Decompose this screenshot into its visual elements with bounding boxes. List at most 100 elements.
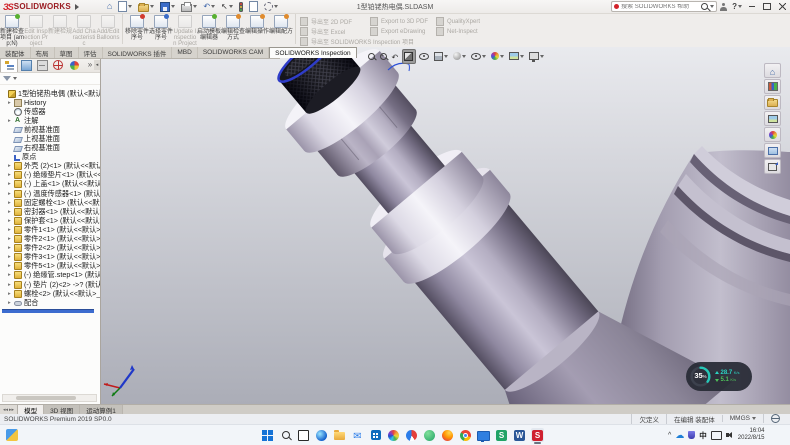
tree-item-component[interactable]: ▸外壳 (2)<1> (默认<<默认>_显示状	[0, 162, 100, 171]
solidworks-forum-tab[interactable]	[764, 159, 781, 174]
store-button[interactable]	[369, 428, 382, 442]
tree-item-component[interactable]: ▸零件1<1> (默认<<默认>_显示状态	[0, 225, 100, 234]
graphics-viewport[interactable]	[100, 47, 790, 404]
display-tray-icon[interactable]	[711, 431, 722, 440]
tab-assembly[interactable]: 装配体	[0, 47, 31, 58]
view-orientation-button[interactable]	[433, 50, 450, 63]
word-button[interactable]: W	[513, 428, 526, 442]
close-button[interactable]	[775, 1, 789, 13]
tree-item-front-plane[interactable]: 前视基准面	[0, 125, 100, 134]
edit-inspection-method-button[interactable]: 编辑检查方式	[221, 13, 245, 47]
solidworks-resources-tab[interactable]	[764, 63, 781, 78]
units-selector[interactable]: MMGS	[722, 415, 763, 422]
property-manager-tab[interactable]	[18, 59, 34, 72]
design-library-tab[interactable]	[764, 79, 781, 94]
green-app-button[interactable]	[423, 428, 436, 442]
search-box[interactable]	[611, 1, 717, 12]
firefox-button[interactable]	[441, 428, 454, 442]
apply-scene-button[interactable]	[508, 50, 526, 63]
tree-item-component[interactable]: ▸(-) 上盖<1> (默认<<默认>_显示状	[0, 180, 100, 189]
tree-item-history[interactable]: ▸History	[0, 98, 100, 107]
task-view-button[interactable]	[297, 428, 310, 442]
section-view-button[interactable]	[402, 49, 416, 64]
custom-properties-tab[interactable]	[764, 143, 781, 158]
tree-item-component[interactable]: ▸零件5<1> (默认<<默认>_显示状	[0, 262, 100, 271]
security-shield-icon[interactable]	[688, 431, 695, 439]
tree-item-right-plane[interactable]: 右视基准面	[0, 144, 100, 153]
speaker-icon[interactable]	[726, 433, 729, 437]
options-button[interactable]	[262, 1, 280, 12]
start-button[interactable]	[261, 428, 274, 442]
login-button[interactable]	[718, 1, 729, 12]
tree-item-component[interactable]: ▸零件3<1> (默认<<默认>_显示状	[0, 253, 100, 262]
tab-solidworks-cam[interactable]: SOLIDWORKS CAM	[198, 47, 269, 58]
widgets-button[interactable]	[6, 429, 18, 441]
zoom-to-area-button[interactable]	[378, 50, 388, 63]
tree-item-root[interactable]: 1型铂铑热电偶 (默认<默认_显示状态-1	[0, 89, 100, 98]
file-properties-button[interactable]	[247, 1, 260, 12]
menu-expand-icon[interactable]	[75, 4, 79, 10]
mail-button[interactable]	[351, 428, 364, 442]
tree-filter-row[interactable]	[0, 72, 100, 85]
remove-balloons-button[interactable]: 移除零件序号	[125, 13, 149, 47]
new-document-button[interactable]	[116, 1, 134, 12]
tab-sketch[interactable]: 草图	[55, 47, 79, 58]
panel-splitter-handle[interactable]: ◂	[94, 60, 100, 70]
view-palette-tab[interactable]	[764, 111, 781, 126]
rebuild-button[interactable]	[237, 1, 245, 12]
tree-item-annotations[interactable]: ▸注解	[0, 116, 100, 125]
new-inspection-project-button[interactable]: 新建检查项目 (amp;N)	[0, 13, 24, 47]
photos-button[interactable]	[387, 428, 400, 442]
tree-item-component[interactable]: ▸零件2<2> (默认<<默认>_显示状	[0, 244, 100, 253]
tab-mbd[interactable]: MBD	[172, 47, 197, 58]
display-manager-tab[interactable]	[66, 59, 82, 72]
save-button[interactable]	[158, 1, 177, 12]
remote-desktop-button[interactable]	[477, 428, 490, 442]
tree-item-top-plane[interactable]: 上视基准面	[0, 134, 100, 143]
print-button[interactable]	[179, 1, 199, 12]
tree-item-component[interactable]: ▸(-) 绝缘垫片<1> (默认<<默认>_显	[0, 171, 100, 180]
taskbar-search-button[interactable]	[279, 428, 292, 442]
view-settings-button[interactable]	[528, 50, 546, 63]
tree-item-component[interactable]: ▸(-) 温度传感器<1> (默认<<默认>_	[0, 189, 100, 198]
tree-item-sensors[interactable]: 传感器	[0, 107, 100, 116]
tree-item-mates[interactable]: ▸配合	[0, 298, 100, 307]
previous-view-button[interactable]	[390, 50, 400, 63]
configuration-manager-tab[interactable]	[34, 59, 50, 72]
edit-appearance-button[interactable]	[490, 50, 506, 63]
tab-layout[interactable]: 布局	[31, 47, 55, 58]
browser-360-button[interactable]	[405, 428, 418, 442]
tree-item-component[interactable]: ▸(-) 绝缘管.step<1> (默认<<默认>	[0, 271, 100, 280]
tab-evaluate[interactable]: 评估	[79, 47, 103, 58]
edit-recipe-button[interactable]: 编辑配方	[269, 13, 293, 47]
appearances-scenes-tab[interactable]	[764, 127, 781, 142]
scrollbar-thumb[interactable]	[16, 396, 76, 400]
edit-operation-button[interactable]: 编辑操作	[245, 13, 269, 47]
file-explorer-tab[interactable]	[764, 95, 781, 110]
edge-button[interactable]	[315, 428, 328, 442]
ime-indicator[interactable]: 中	[699, 430, 707, 441]
tree-item-component[interactable]: ▸保护套<1> (默认<<默认>_显示状	[0, 216, 100, 225]
select-balloons-button[interactable]: 选择零件序号	[149, 13, 173, 47]
help-button[interactable]: ?	[730, 1, 744, 12]
hide-show-items-button[interactable]	[470, 50, 488, 63]
home-button[interactable]	[105, 1, 114, 12]
panel-horizontal-scrollbar[interactable]	[2, 394, 97, 402]
minimize-button[interactable]	[745, 1, 759, 13]
search-input[interactable]	[621, 4, 699, 10]
tab-solidworks-inspection[interactable]: SOLIDWORKS Inspection	[269, 47, 357, 58]
open-button[interactable]	[136, 1, 156, 12]
network-monitor-overlay[interactable]: 35% 28.7 K/s 5.1 K/s	[686, 362, 752, 391]
taskbar-clock[interactable]: 16:04 2022/8/15	[738, 428, 765, 442]
feature-manager-tab[interactable]	[0, 58, 18, 72]
select-button[interactable]	[219, 1, 235, 12]
zoom-to-fit-button[interactable]	[366, 50, 376, 63]
tree-item-component[interactable]: ▸螺栓<2> (默认<<默认>_显示状态	[0, 289, 100, 298]
restore-button[interactable]	[760, 1, 774, 13]
tab-addins[interactable]: SOLIDWORKS 插件	[103, 47, 173, 58]
tree-item-origin[interactable]: 原点	[0, 153, 100, 162]
tag-button[interactable]	[763, 414, 787, 423]
tree-item-component[interactable]: ▸零件2<1> (默认<<默认>_显示状	[0, 235, 100, 244]
hidden-icons-button[interactable]: ^	[668, 432, 671, 439]
launch-template-editor-button[interactable]: 启动模板编辑器	[197, 13, 221, 47]
